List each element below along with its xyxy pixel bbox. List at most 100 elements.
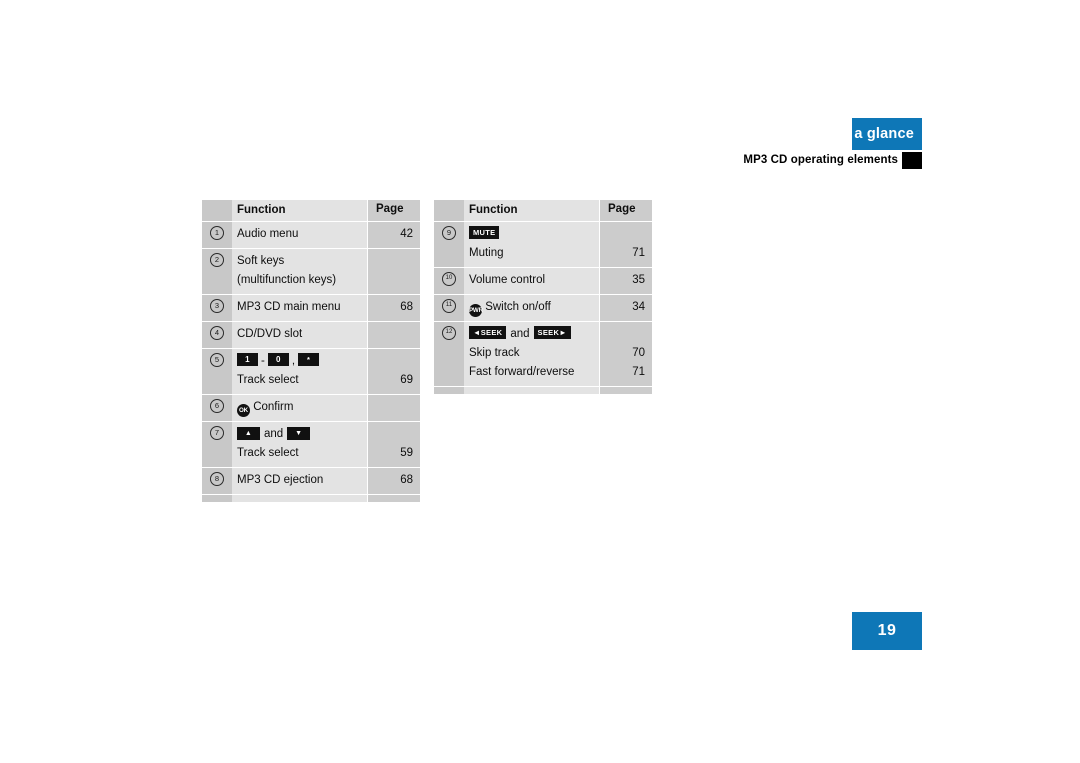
row-index-cell: 9 — [434, 222, 464, 267]
function-cell: OK Confirm — [232, 395, 368, 421]
function-label: Muting — [469, 247, 504, 259]
manual-page: At a glance MP3 CD operating elements Fu… — [0, 0, 1080, 763]
page-cell: 35 — [600, 268, 652, 294]
circled-number-icon: 1 — [210, 226, 224, 240]
column-header-function: Function — [232, 200, 368, 221]
table-filler — [202, 495, 420, 502]
row-index-cell: 1 — [202, 222, 232, 248]
column-header-function: Function — [464, 200, 600, 221]
row-index-cell: 6 — [202, 395, 232, 421]
separator-text: - — [261, 355, 265, 367]
page-cell: 42 — [368, 222, 420, 248]
function-label: Track select — [237, 374, 299, 386]
right-table: Function Page 9 MUTE Muting 71 10 Volume contr… — [434, 200, 652, 575]
page-reference: 34 — [632, 301, 645, 313]
page-reference — [368, 398, 413, 417]
conjunction-text: and — [264, 428, 284, 440]
function-cell: Soft keys (multifunction keys) — [232, 249, 368, 294]
function-label: Switch on/off — [482, 301, 551, 313]
function-label: MP3 CD main menu — [237, 301, 341, 313]
function-label: MP3 CD ejection — [237, 474, 324, 486]
page-reference: 69 — [400, 374, 413, 386]
table-row: 8 MP3 CD ejection 68 — [202, 468, 420, 495]
function-line: Skip track — [469, 344, 593, 363]
function-cell: PWR Switch on/off — [464, 295, 600, 321]
function-cell: Volume control — [464, 268, 600, 294]
page-cell: 59 — [368, 422, 420, 467]
function-line: Muting — [469, 244, 593, 263]
key--icon: ▲ — [237, 427, 260, 440]
row-index-cell: 3 — [202, 295, 232, 321]
key--icon: ▼ — [287, 427, 311, 440]
row-index-cell: 5 — [202, 349, 232, 394]
section-subtitle: MP3 CD operating elements — [743, 154, 898, 166]
filler-index-column — [434, 387, 464, 394]
page-reference — [368, 352, 413, 371]
column-header-page: Page — [600, 200, 652, 221]
left-table: Function Page 1 Audio menu 42 2 Soft keys (mult… — [202, 200, 420, 575]
function-cell: MP3 CD main menu — [232, 295, 368, 321]
page-reference — [600, 225, 645, 244]
function-cell: ▲ and ▼ Track select — [232, 422, 368, 467]
key-seek-icon: ◄SEEK — [469, 326, 507, 339]
function-line: 1-0, * — [237, 352, 361, 371]
function-line: PWR Switch on/off — [469, 298, 593, 317]
circled-number-icon: 6 — [210, 399, 224, 413]
page-cell: 68 — [368, 295, 420, 321]
subtitle-row: MP3 CD operating elements — [652, 152, 922, 169]
row-index-cell: 2 — [202, 249, 232, 294]
key-0-icon: 0 — [267, 353, 289, 366]
table-row: 10 Volume control 35 — [434, 268, 652, 295]
table-row: 3 MP3 CD main menu 68 — [202, 295, 420, 322]
filler-function-column — [464, 387, 600, 394]
page-reference — [368, 271, 413, 290]
function-cell: Audio menu — [232, 222, 368, 248]
function-line: ◄SEEK and SEEK► — [469, 325, 593, 344]
table-row: 6 OK Confirm — [202, 395, 420, 422]
function-line: MP3 CD ejection — [237, 471, 361, 490]
table-row: 4 CD/DVD slot — [202, 322, 420, 349]
page-reference: 42 — [400, 228, 413, 240]
page-reference: 71 — [632, 247, 645, 259]
function-cell: MP3 CD ejection — [232, 468, 368, 494]
page-reference: 71 — [632, 366, 645, 378]
button-ok-icon: OK — [237, 404, 250, 417]
column-header-index — [202, 200, 232, 221]
filler-index-column — [202, 495, 232, 502]
page-cell — [368, 395, 420, 421]
function-cell: 1-0, * Track select — [232, 349, 368, 394]
function-line: Volume control — [469, 271, 593, 290]
table-row: 5 1-0, * Track select 69 — [202, 349, 420, 395]
table-filler — [434, 387, 652, 394]
page-title: At a glance — [834, 126, 914, 142]
page-number: 19 — [877, 622, 897, 639]
function-line: Track select — [237, 371, 361, 390]
circled-number-icon: 4 — [210, 326, 224, 340]
function-label: Volume control — [469, 274, 546, 286]
page-reference — [600, 325, 645, 344]
row-index-cell: 8 — [202, 468, 232, 494]
function-cell: CD/DVD slot — [232, 322, 368, 348]
filler-page-column — [368, 495, 420, 502]
separator-text: , — [291, 355, 296, 367]
function-cell: MUTE Muting — [464, 222, 600, 267]
function-line: Track select — [237, 444, 361, 463]
row-index-cell: 11 — [434, 295, 464, 321]
page-cell: 68 — [368, 468, 420, 494]
function-label: Track select — [237, 447, 299, 459]
circled-number-icon: 10 — [442, 272, 456, 286]
function-cell: ◄SEEK and SEEK► Skip track Fast forward/reve… — [464, 322, 600, 386]
function-label: (multifunction keys) — [237, 274, 337, 286]
page-cell: 34 — [600, 295, 652, 321]
function-line: Fast forward/reverse — [469, 363, 593, 382]
page-cell — [368, 322, 420, 348]
function-label: CD/DVD slot — [237, 328, 303, 340]
table-row: 7 ▲ and ▼ Track select 59 — [202, 422, 420, 468]
key-seek-icon: SEEK► — [533, 326, 571, 339]
function-line: Soft keys — [237, 252, 361, 271]
circled-number-icon: 11 — [442, 299, 456, 313]
filler-function-column — [232, 495, 368, 502]
function-label: Soft keys — [237, 255, 285, 267]
circled-number-icon: 5 — [210, 353, 224, 367]
row-index-cell: 12 — [434, 322, 464, 386]
